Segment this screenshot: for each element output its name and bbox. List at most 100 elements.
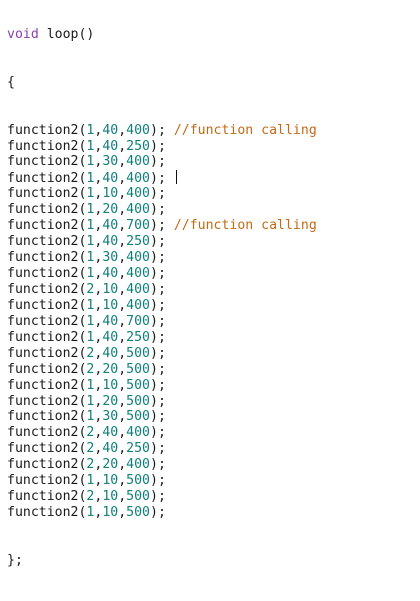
function-call-line: function2(2,40,250); — [7, 441, 317, 457]
arg-3: 400 — [126, 457, 150, 473]
close-paren-semicolon: ); — [150, 329, 166, 345]
comma: , — [118, 489, 127, 505]
arg-2: 10 — [102, 377, 119, 393]
arg-3: 400 — [126, 186, 150, 202]
function-name: function2 — [7, 266, 79, 282]
function-name: function2 — [7, 202, 79, 218]
function-name: function2 — [7, 186, 79, 202]
arg-2: 40 — [102, 234, 119, 250]
arg-3: 400 — [126, 122, 150, 138]
arg-3: 400 — [126, 154, 150, 170]
arg-2: 20 — [102, 202, 119, 218]
close-paren-semicolon: ); — [150, 154, 166, 170]
function-call-line: function2(1,10,400); — [7, 298, 317, 314]
arg-3: 250 — [126, 234, 150, 250]
arg-3: 700 — [126, 313, 150, 329]
close-paren-semicolon: ); — [150, 186, 166, 202]
close-paren-semicolon: ); — [150, 473, 166, 489]
arg-2: 40 — [102, 266, 119, 282]
close-paren-semicolon: ); — [150, 409, 166, 425]
function-call-line: function2(2,40,500); — [7, 346, 317, 362]
close-paren-semicolon: ); — [150, 313, 166, 329]
arg-2: 20 — [102, 361, 119, 377]
arg-2: 30 — [102, 154, 119, 170]
function-call-line: function2(1,40,700); //function calling — [7, 218, 317, 234]
function-name: function2 — [7, 138, 79, 154]
comment: //function calling — [173, 218, 317, 234]
function-name: function2 — [7, 457, 79, 473]
function-name: function2 — [7, 489, 79, 505]
comma: , — [94, 457, 103, 473]
arg-2: 40 — [102, 171, 119, 187]
arg-3: 250 — [126, 329, 150, 345]
function-call-line: function2(2,40,400); — [7, 425, 317, 441]
comma: , — [118, 313, 127, 329]
comma: , — [118, 218, 127, 234]
arg-3: 500 — [126, 377, 150, 393]
comma: , — [94, 489, 103, 505]
function-call-line: function2(1,40,700); — [7, 314, 317, 330]
close-paren-semicolon: ); — [150, 441, 166, 457]
function-call-line: function2(2,10,500); — [7, 489, 317, 505]
close-paren-semicolon: ); — [150, 202, 166, 218]
arg-3: 500 — [126, 473, 150, 489]
arg-3: 400 — [126, 202, 150, 218]
open-paren: ( — [78, 473, 87, 489]
function-name: function2 — [7, 122, 79, 138]
function-name: function2 — [7, 297, 79, 313]
arg-2: 40 — [102, 425, 119, 441]
function-call-line: function2(2,20,500); — [7, 362, 317, 378]
code-block[interactable]: void loop() { function2(1,40,400); //fun… — [7, 0, 317, 601]
arg-3: 400 — [126, 266, 150, 282]
function-name: function2 — [7, 377, 79, 393]
comma: , — [118, 250, 127, 266]
close-paren-semicolon: ); — [150, 393, 166, 409]
arg-3: 400 — [126, 171, 150, 187]
comma: , — [118, 473, 127, 489]
function-call-line: function2(1,40,250); — [7, 330, 317, 346]
function-name: function2 — [7, 361, 79, 377]
function-call-line: function2(2,10,400); — [7, 282, 317, 298]
comma: , — [118, 361, 127, 377]
comma: , — [94, 505, 103, 521]
close-paren-semicolon: ); — [150, 505, 166, 521]
close-paren-semicolon: ); — [150, 138, 166, 154]
arg-3: 700 — [126, 218, 150, 234]
function-call-line: function2(1,10,500); — [7, 505, 317, 521]
function-call-line: function2(1,10,500); — [7, 378, 317, 394]
function-call-line: function2(1,40,400); //function calling — [7, 123, 317, 139]
function-call-line: function2(1,40,400); — [7, 170, 317, 186]
comma: , — [118, 171, 127, 187]
comment: //function calling — [173, 122, 317, 138]
function-call-line: function2(1,20,500); — [7, 394, 317, 410]
function-call-line: function2(1,40,250); — [7, 139, 317, 155]
comma: , — [118, 505, 127, 521]
arg-3: 500 — [126, 505, 150, 521]
arg-1: 1 — [86, 473, 95, 489]
close-paren-semicolon: ); — [150, 297, 166, 313]
arg-3: 250 — [126, 138, 150, 154]
arg-2: 40 — [102, 329, 119, 345]
function-name: function2 — [7, 154, 79, 170]
arg-1: 2 — [86, 457, 95, 473]
arg-2: 40 — [102, 441, 119, 457]
close-paren-semicolon: ); — [150, 281, 166, 297]
function-call-line: function2(1,40,250); — [7, 234, 317, 250]
function-name: function2 — [7, 234, 79, 250]
function-name: function2 — [7, 250, 79, 266]
function-call-line: function2(1,20,400); — [7, 202, 317, 218]
arg-2: 10 — [102, 281, 119, 297]
arg-1: 1 — [86, 505, 95, 521]
arg-2: 20 — [102, 457, 119, 473]
close-brace-line: }; — [7, 553, 317, 569]
comma: , — [118, 186, 127, 202]
code-editor[interactable]: void loop() { function2(1,40,400); //fun… — [0, 0, 420, 568]
function-signature: loop() — [38, 26, 95, 42]
function-name: function2 — [7, 313, 79, 329]
arg-3: 250 — [126, 441, 150, 457]
open-paren: ( — [78, 489, 87, 505]
comma: , — [118, 281, 127, 297]
arg-3: 500 — [126, 409, 150, 425]
